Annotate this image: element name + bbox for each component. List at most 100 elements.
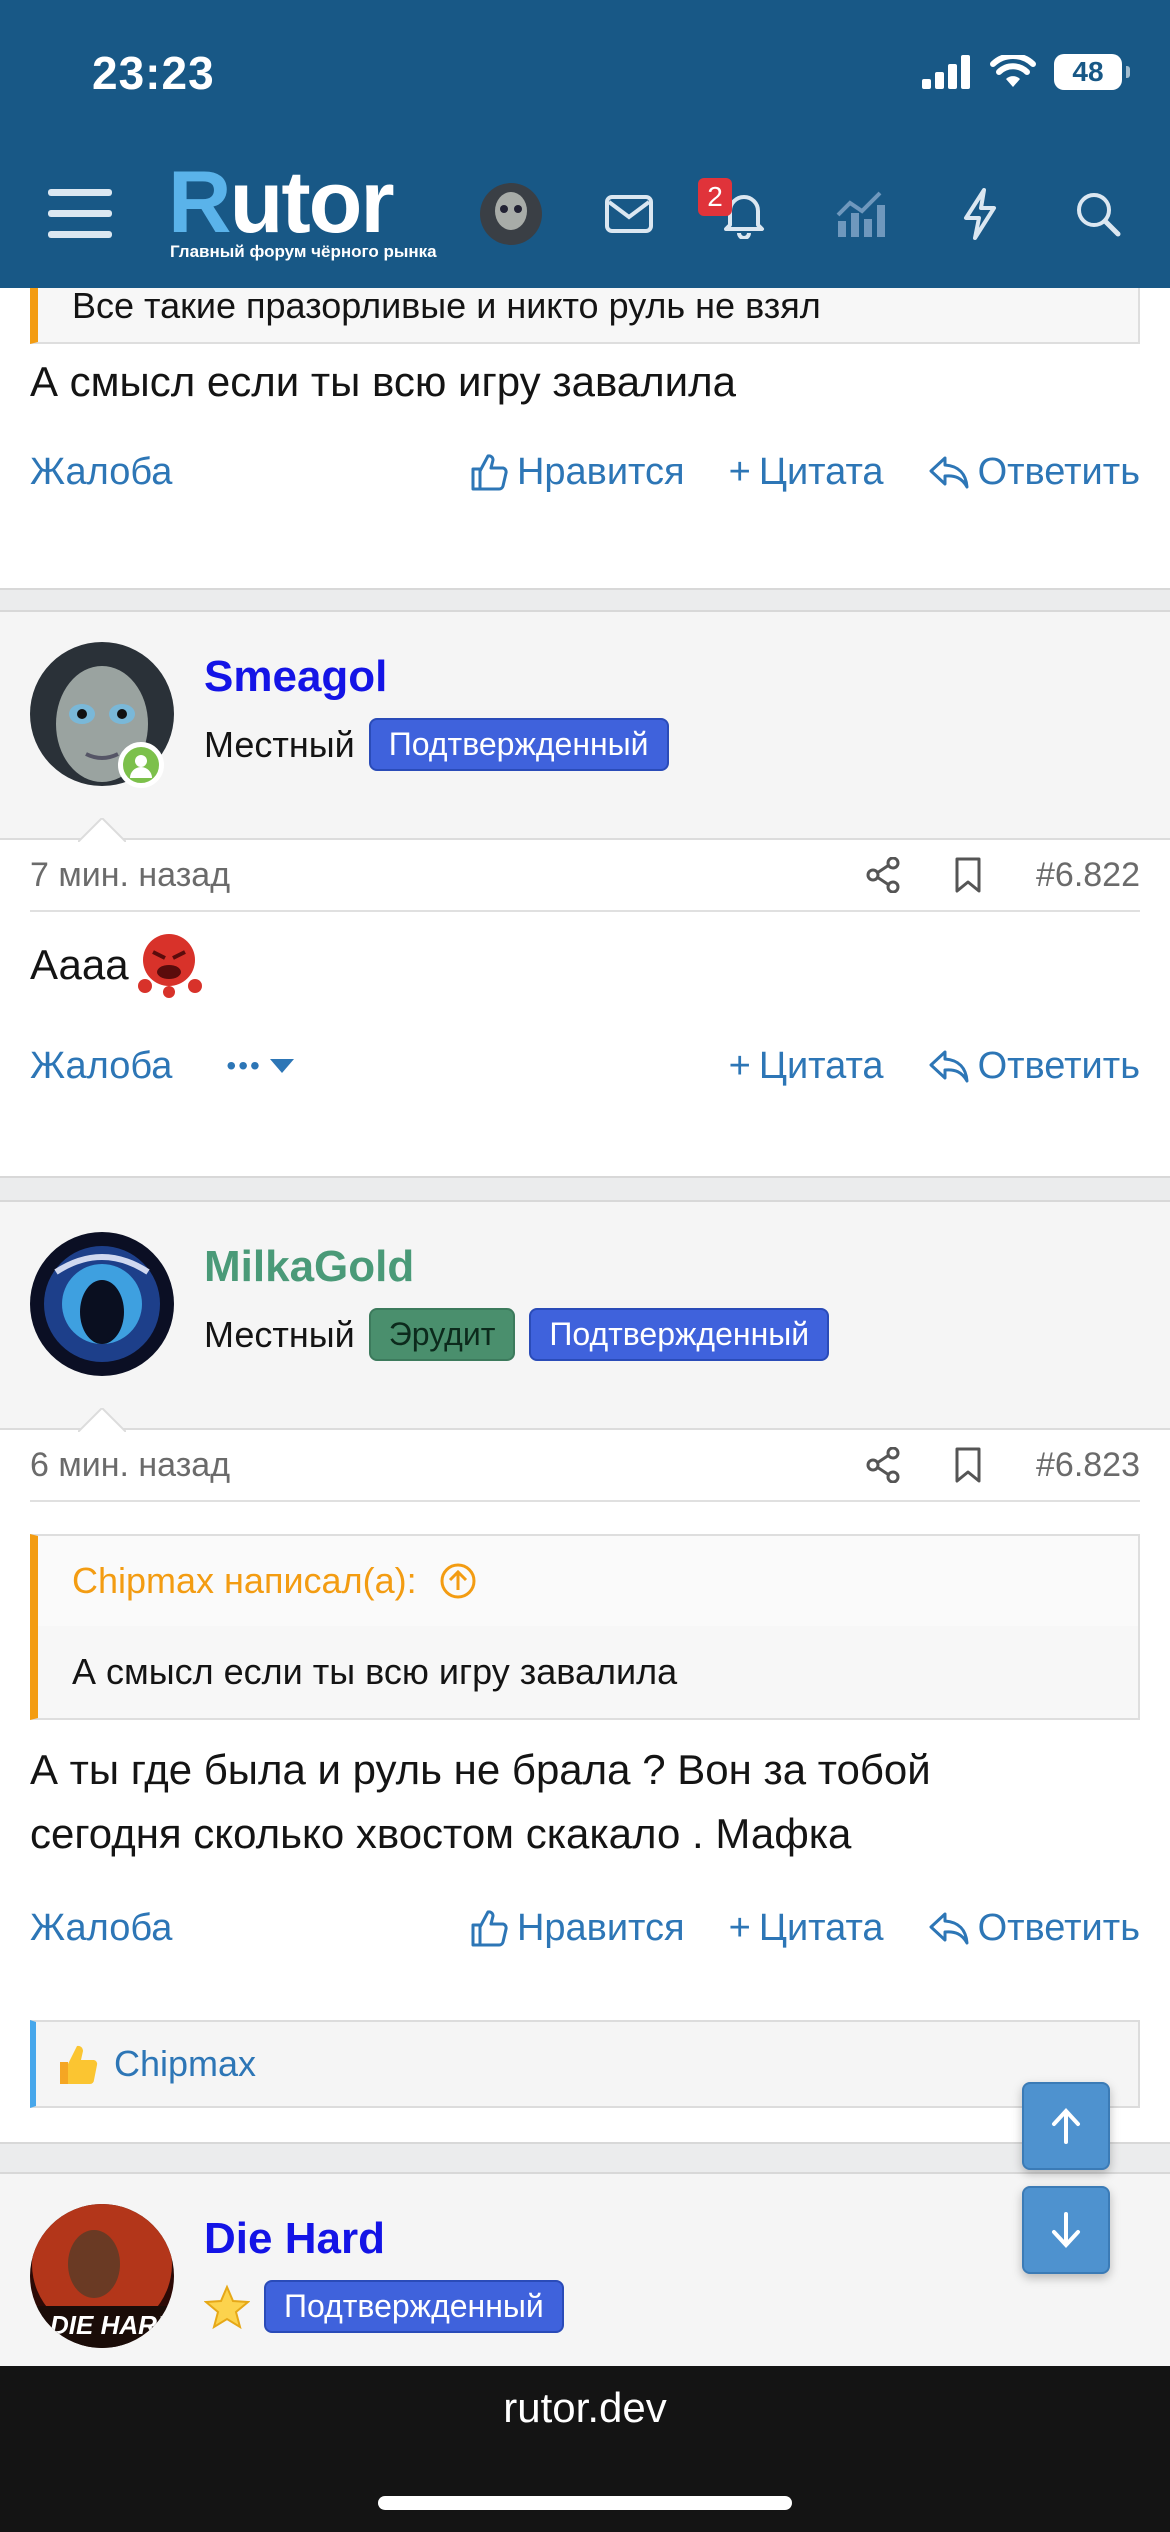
post-die-hard: DIE HARD Die Hard Подтвержденный xyxy=(0,2172,1170,2366)
star-icon xyxy=(204,2283,250,2329)
post-body: Аааа xyxy=(30,930,1140,1000)
thread-content: Все такие празорливые и никто руль не вз… xyxy=(0,288,1170,2366)
plus-icon: + xyxy=(728,450,751,493)
user-title-row: Подтвержденный xyxy=(204,2280,564,2333)
like-button[interactable]: Нравится xyxy=(469,1907,685,1950)
reply-icon xyxy=(929,1050,969,1083)
post-time[interactable]: 7 мин. назад xyxy=(30,856,812,895)
thumbs-up-icon xyxy=(471,454,508,491)
badge-verified: Подтвержденный xyxy=(529,1308,830,1361)
lightning-icon[interactable] xyxy=(954,160,1006,268)
menu-icon[interactable] xyxy=(40,160,120,268)
post-time[interactable]: 6 мин. назад xyxy=(30,1446,812,1485)
scroll-to-bottom-button[interactable] xyxy=(1022,2186,1110,2274)
post-number[interactable]: #6.822 xyxy=(1036,856,1140,895)
user-block-arrow xyxy=(78,1408,126,1432)
status-time: 23:23 xyxy=(92,47,215,99)
user-block: MilkaGold Местный Эрудит Подтвержденный xyxy=(0,1202,1170,1432)
user-block: DIE HARD Die Hard Подтвержденный xyxy=(0,2174,1170,2366)
address-bar[interactable]: rutor.dev xyxy=(0,2384,1170,2432)
user-title-row: Местный Подтвержденный xyxy=(204,718,669,771)
likes-bar: Chipmax xyxy=(30,2020,1140,2108)
arrow-down-icon xyxy=(1052,2212,1080,2248)
more-options-button[interactable]: ••• xyxy=(226,1050,294,1082)
quote-text: Все такие празорливые и никто руль не вз… xyxy=(72,288,821,326)
post-number[interactable]: #6.823 xyxy=(1036,1446,1140,1485)
post-text: А ты где была и руль не брала ? Вон за т… xyxy=(30,1738,1140,1866)
header: 23:23 48 Rutor Главный форум чёрного рын… xyxy=(0,0,1170,288)
like-button[interactable]: Нравится xyxy=(469,451,685,494)
badge-erudite: Эрудит xyxy=(368,1308,516,1361)
bookmark-icon[interactable] xyxy=(954,1447,982,1483)
quote-label: Цитата xyxy=(758,450,884,493)
quote-label: Цитата xyxy=(758,1906,884,1949)
post-text: Аааа xyxy=(30,941,129,988)
plus-icon: + xyxy=(728,1906,751,1949)
more-icon: ••• xyxy=(226,1050,262,1081)
username[interactable]: Smeagol xyxy=(204,652,387,702)
user-avatar[interactable] xyxy=(30,1232,174,1376)
browser-bar: rutor.dev xyxy=(0,2366,1170,2532)
user-avatar[interactable]: DIE HARD xyxy=(30,2204,174,2348)
report-link[interactable]: Жалоба xyxy=(30,1907,172,1950)
status-icons: 48 xyxy=(922,52,1130,92)
quote-author: Chipmax написал(а): xyxy=(72,1560,417,1601)
like-label: Нравится xyxy=(516,1906,685,1949)
badge-verified: Подтвержденный xyxy=(368,718,669,771)
post-meta: 7 мин. назад #6.822 xyxy=(30,840,1140,912)
mail-icon[interactable] xyxy=(598,160,660,268)
arrow-up-icon xyxy=(1052,2108,1080,2144)
reply-icon xyxy=(929,456,969,489)
plus-icon: + xyxy=(728,1044,751,1087)
search-icon[interactable] xyxy=(1070,160,1126,268)
scroll-to-top-button[interactable] xyxy=(1022,2082,1110,2170)
avatar[interactable] xyxy=(478,160,544,268)
share-icon[interactable] xyxy=(866,1447,900,1483)
share-icon[interactable] xyxy=(866,857,900,893)
post-text-line: сегодня сколько хвостом скакало . Мафка xyxy=(30,1810,852,1857)
notification-badge: 2 xyxy=(698,178,732,216)
username[interactable]: MilkaGold xyxy=(204,1242,414,1292)
post-text: А смысл если ты всю игру завалила xyxy=(30,358,737,405)
quote-block: Все такие празорливые и никто руль не вз… xyxy=(30,288,1140,344)
logo-subtitle: Главный форум чёрного рынка xyxy=(170,242,437,261)
svg-text:DIE HARD: DIE HARD xyxy=(50,2310,174,2340)
liker-name[interactable]: Chipmax xyxy=(114,2043,256,2085)
signal-icon xyxy=(922,55,970,89)
user-title: Местный xyxy=(204,1313,355,1355)
post-milkagold: MilkaGold Местный Эрудит Подтвержденный … xyxy=(0,1200,1170,2144)
angry-emoji-icon xyxy=(137,934,202,998)
bookmark-icon[interactable] xyxy=(954,857,982,893)
quote-label: Цитата xyxy=(758,1044,884,1087)
quote-button[interactable]: + Цитата xyxy=(729,451,884,494)
quote-button[interactable]: + Цитата xyxy=(729,1045,884,1088)
username[interactable]: Die Hard xyxy=(204,2214,385,2264)
reply-button[interactable]: Ответить xyxy=(928,1907,1140,1950)
reply-button[interactable]: Ответить xyxy=(928,451,1140,494)
post-actions: Жалоба Нравится + Цитата Ответить xyxy=(30,442,1140,502)
quote-button[interactable]: + Цитата xyxy=(729,1907,884,1950)
post-text-line: А ты где была и руль не брала ? Вон за т… xyxy=(30,1746,931,1793)
site-logo[interactable]: Rutor xyxy=(168,158,395,246)
online-status-icon xyxy=(118,742,164,788)
reply-label: Ответить xyxy=(977,1044,1140,1087)
reply-label: Ответить xyxy=(977,450,1140,493)
reply-button[interactable]: Ответить xyxy=(928,1045,1140,1088)
post-meta: 6 мин. назад #6.823 xyxy=(30,1430,1140,1502)
quote-header[interactable]: Chipmax написал(а): xyxy=(38,1536,1138,1626)
chart-icon[interactable] xyxy=(830,160,896,268)
badge-verified: Подтвержденный xyxy=(264,2280,564,2333)
post-actions: Жалоба Нравится + Цитата Ответить xyxy=(30,1898,1140,1958)
report-link[interactable]: Жалоба xyxy=(30,1045,172,1088)
quote-block: Chipmax написал(а): А смысл если ты всю … xyxy=(30,1534,1140,1720)
home-indicator[interactable] xyxy=(378,2496,792,2510)
post-previous: Все такие празорливые и никто руль не вз… xyxy=(0,288,1170,590)
post-actions: Жалоба ••• + Цитата Ответить xyxy=(30,1036,1140,1096)
like-label: Нравится xyxy=(516,450,685,493)
user-block-arrow xyxy=(78,818,126,842)
reply-label: Ответить xyxy=(977,1906,1140,1949)
user-title: Местный xyxy=(204,723,355,765)
report-link[interactable]: Жалоба xyxy=(30,451,172,494)
arrow-up-circle-icon xyxy=(440,1563,476,1599)
wifi-icon xyxy=(990,55,1036,87)
